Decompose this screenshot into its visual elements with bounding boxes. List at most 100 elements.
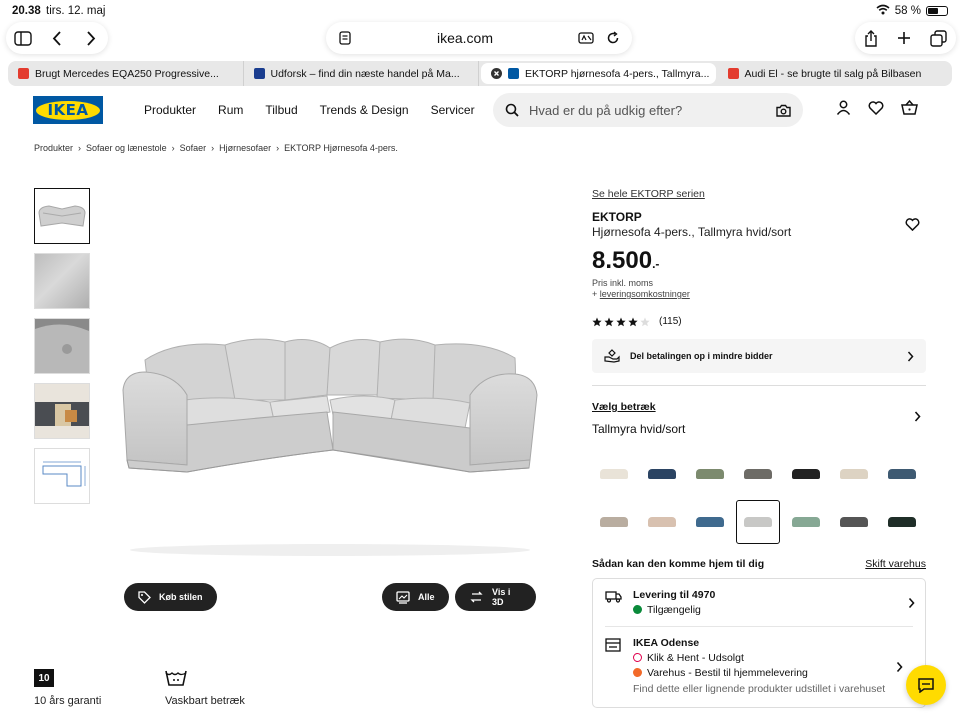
breadcrumb-item[interactable]: Hjørnesofaer (219, 143, 271, 153)
gallery-icon (396, 590, 410, 604)
delivery-box: Levering til 4970 Tilgængelig IKEA Odens… (592, 578, 926, 708)
ikea-logo[interactable]: IKEA (33, 96, 103, 124)
favorite-heart-icon[interactable] (905, 218, 920, 231)
breadcrumb-item[interactable]: Produkter (34, 143, 73, 153)
browser-nav-group (6, 22, 108, 54)
rating[interactable]: (115) (592, 316, 926, 327)
back-icon[interactable] (40, 30, 74, 46)
shop-the-look-label: Køb stilen (159, 592, 203, 602)
wifi-icon (876, 4, 890, 18)
browser-tab-active[interactable]: EKTORP hjørnesofa 4-pers., Tallmyra... (481, 63, 716, 84)
breadcrumb-item-current[interactable]: EKTORP Hjørnesofa 4-pers. (284, 143, 398, 153)
chat-button[interactable] (906, 665, 946, 705)
change-store-link[interactable]: Skift varehus (865, 558, 926, 570)
chevron-right-icon (896, 661, 903, 673)
battery-percent: 58 % (894, 5, 921, 17)
battery-icon (926, 6, 948, 16)
search-bar[interactable]: Hvad er du på udkig efter? (493, 93, 803, 127)
swatch-sofa-icon (840, 517, 868, 527)
cover-selector[interactable]: Vælg betræk Tallmyra hvid/sort (592, 401, 926, 436)
close-tab-icon[interactable] (491, 68, 502, 79)
swatch-sofa-icon (648, 469, 676, 479)
browser-actions (855, 22, 956, 54)
reload-icon[interactable] (606, 31, 620, 45)
series-link[interactable]: Se hele EKTORP serien (592, 188, 926, 200)
warranty-badge: 10 (34, 669, 54, 687)
nav-item-produkter[interactable]: Produkter (144, 103, 196, 117)
tabs-overview-icon[interactable] (929, 29, 947, 47)
cover-swatch[interactable] (640, 500, 684, 544)
cover-heading[interactable]: Vælg betræk (592, 401, 926, 413)
reader-icon[interactable] (338, 31, 352, 45)
browser-tab[interactable]: Audi El - se brugte til salg på Bilbasen (718, 61, 953, 86)
cover-swatch[interactable] (832, 500, 876, 544)
thumbnail-fabric-closeup[interactable] (34, 318, 90, 374)
available-dot (633, 605, 642, 614)
cover-swatch[interactable] (880, 500, 924, 544)
thumbnail-room[interactable] (34, 383, 90, 439)
url-domain: ikea.com (436, 30, 494, 46)
payment-banner[interactable]: Del betalingen op i mindre bidder (592, 339, 926, 373)
address-bar[interactable]: ikea.com (326, 22, 632, 54)
chevron-right-icon (908, 597, 915, 608)
cover-swatch[interactable] (880, 452, 924, 496)
nav-item-tilbud[interactable]: Tilbud (265, 103, 297, 117)
cover-swatch[interactable] (688, 500, 732, 544)
sidebar-icon[interactable] (6, 30, 40, 46)
cover-swatch[interactable] (832, 452, 876, 496)
shop-the-look-button[interactable]: Køb stilen (124, 583, 217, 611)
payment-banner-label: Del betalingen op i mindre bidder (630, 351, 773, 361)
share-icon[interactable] (864, 29, 878, 47)
swatch-sofa-icon (888, 469, 916, 479)
hand-coin-icon (604, 349, 620, 363)
browser-tab[interactable]: Udforsk – find din næste handel på Ma... (244, 61, 479, 86)
thumbnail-list (34, 188, 90, 504)
cover-swatch[interactable] (592, 500, 636, 544)
cover-swatch[interactable] (784, 500, 828, 544)
click-collect-status: Klik & Hent - Udsolgt (647, 652, 744, 664)
nav-item-rum[interactable]: Rum (218, 103, 243, 117)
store-row[interactable]: IKEA Odense Klik & Hent - Udsolgt Varehu… (605, 626, 913, 707)
chevron-right-icon[interactable] (914, 411, 921, 422)
heart-icon[interactable] (868, 100, 884, 115)
new-tab-icon[interactable] (897, 31, 911, 45)
view-3d-button[interactable]: Vis i 3D (455, 583, 536, 611)
breadcrumb: Produkter › Sofaer og lænestole › Sofaer… (34, 143, 398, 153)
warranty-feature: 10 10 års garanti (34, 669, 101, 707)
sold-out-icon (633, 653, 642, 662)
swatch-sofa-icon (744, 517, 772, 527)
thumbnail-sofa[interactable] (34, 188, 90, 244)
status-time: 20.38 (12, 5, 41, 17)
order-status-dot (633, 668, 642, 677)
warehouse-status: Varehus - Bestil til hjemmelevering (647, 667, 808, 679)
user-icon[interactable] (836, 100, 851, 115)
thumbnail-fabric[interactable] (34, 253, 90, 309)
search-icon (505, 103, 519, 117)
forward-icon[interactable] (74, 30, 108, 46)
cover-swatch[interactable] (592, 452, 636, 496)
camera-icon[interactable] (776, 104, 791, 117)
product-image[interactable] (115, 300, 545, 560)
delivery-cost-link[interactable]: leveringsomkostninger (600, 289, 690, 299)
cover-swatch[interactable] (736, 500, 780, 544)
nav-item-trends[interactable]: Trends & Design (320, 103, 409, 117)
main-nav: Produkter Rum Tilbud Trends & Design Ser… (144, 103, 497, 117)
cover-swatch[interactable] (688, 452, 732, 496)
star-filled-icon (616, 317, 626, 326)
thumbnail-dimensions[interactable] (34, 448, 90, 504)
breadcrumb-item[interactable]: Sofaer og lænestole (86, 143, 167, 153)
translate-icon[interactable] (578, 31, 594, 45)
nav-item-servicer[interactable]: Servicer (431, 103, 475, 117)
store-title: IKEA Odense (633, 637, 700, 649)
cart-icon[interactable] (901, 100, 918, 115)
store-note: Find dette eller lignende produkter udst… (633, 683, 886, 695)
washing-icon (165, 669, 245, 687)
search-input[interactable]: Hvad er du på udkig efter? (529, 103, 766, 118)
home-delivery-row[interactable]: Levering til 4970 Tilgængelig (593, 579, 925, 626)
cover-swatch[interactable] (736, 452, 780, 496)
breadcrumb-item[interactable]: Sofaer (180, 143, 207, 153)
all-images-button[interactable]: Alle (382, 583, 449, 611)
browser-tab[interactable]: Brugt Mercedes EQA250 Progressive... (8, 61, 244, 86)
cover-swatch[interactable] (640, 452, 684, 496)
cover-swatch[interactable] (784, 452, 828, 496)
